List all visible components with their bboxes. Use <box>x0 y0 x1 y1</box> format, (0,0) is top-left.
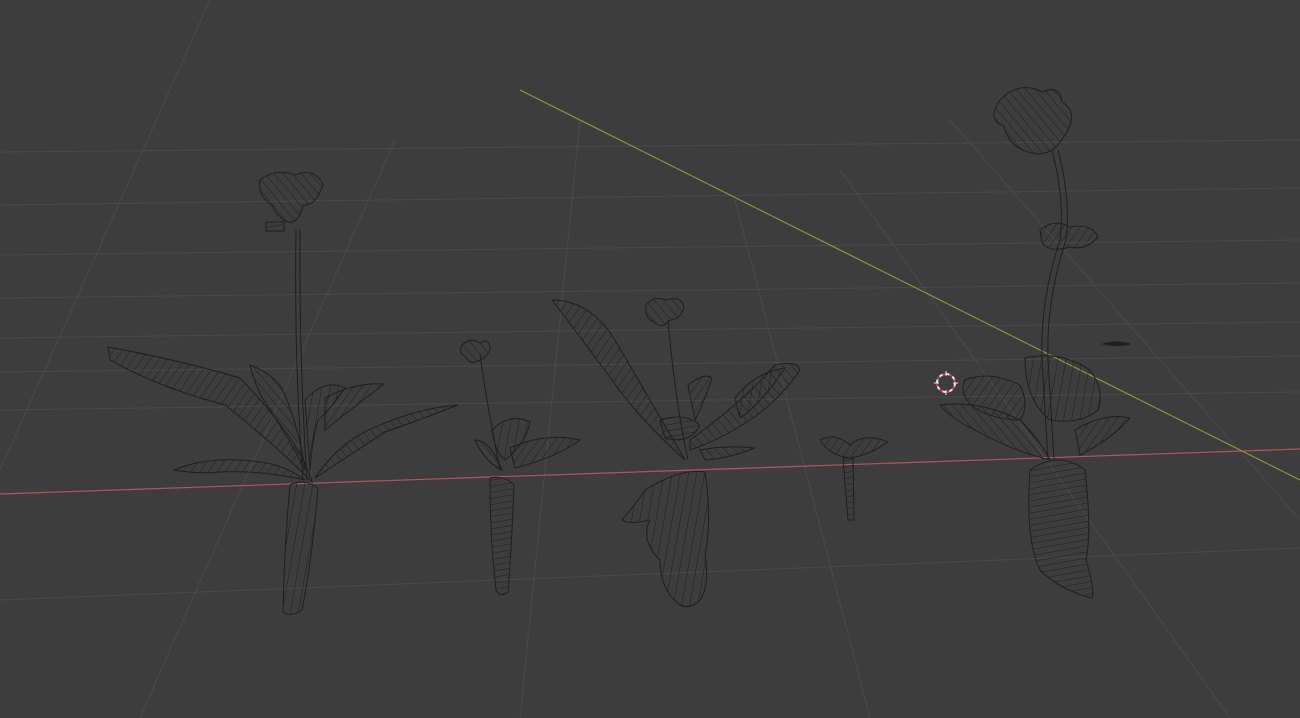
distant-object-mesh[interactable] <box>1101 341 1131 346</box>
plant-3-mesh[interactable] <box>550 297 801 608</box>
3d-viewport[interactable] <box>0 0 1300 718</box>
y-axis-line <box>519 89 1300 481</box>
plant-4-mesh[interactable] <box>819 436 890 521</box>
viewport-scene[interactable] <box>0 0 1300 718</box>
plant-5-mesh[interactable] <box>939 87 1131 599</box>
floor-grid <box>0 0 1300 718</box>
plant-2-mesh[interactable] <box>460 339 582 596</box>
3d-cursor-icon[interactable] <box>934 371 958 395</box>
plant-1-mesh[interactable] <box>107 171 459 616</box>
